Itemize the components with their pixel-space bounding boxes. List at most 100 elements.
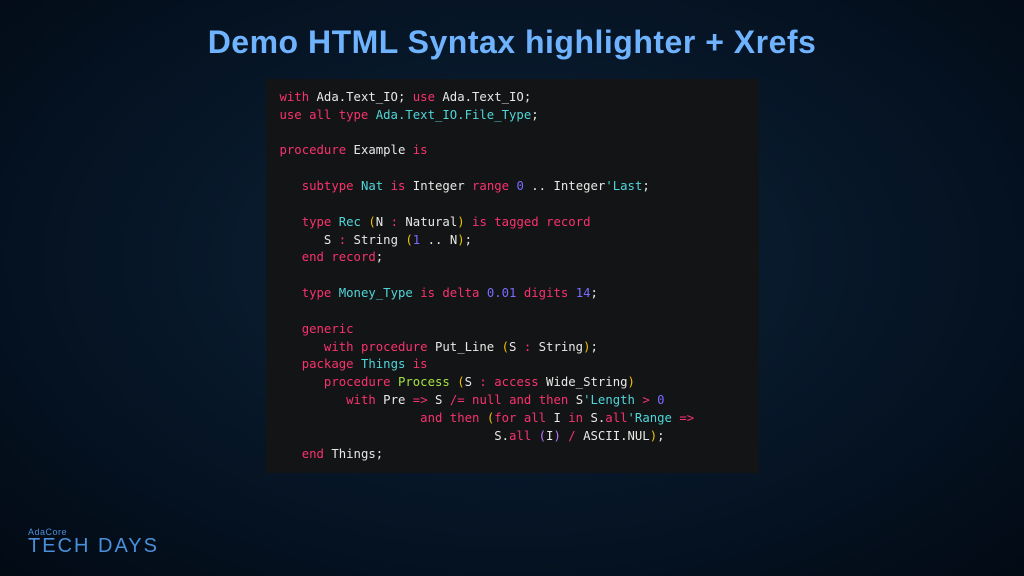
num: 14	[576, 286, 591, 300]
op: :	[391, 215, 406, 229]
slide-title: Demo HTML Syntax highlighter + Xrefs	[0, 0, 1024, 61]
punct: ;	[591, 286, 598, 300]
brand-large: TECH DAYS	[28, 535, 159, 557]
kw-null: null	[472, 393, 509, 407]
id: Things	[324, 447, 376, 461]
footer-brand: AdaCore TECH DAYS	[28, 527, 159, 558]
indent	[280, 322, 302, 336]
id: S	[324, 233, 339, 247]
kw-is: is	[465, 215, 495, 229]
kw-end: end	[302, 447, 324, 461]
id: String	[539, 340, 583, 354]
id: I	[546, 411, 568, 425]
kw-with: with	[280, 90, 310, 104]
id: S	[576, 393, 583, 407]
punct: ;	[531, 108, 538, 122]
punct: ;	[465, 233, 472, 247]
id: Wide_String	[539, 375, 628, 389]
num: 0.01	[487, 286, 524, 300]
id: S.	[583, 411, 605, 425]
kw-is: is	[413, 143, 428, 157]
id: String	[354, 233, 406, 247]
paren: (	[368, 215, 375, 229]
op: =>	[672, 411, 694, 425]
kw-is: is	[413, 357, 428, 371]
paren: (	[539, 429, 546, 443]
indent	[280, 393, 347, 407]
indent	[280, 411, 421, 425]
id: Integer	[405, 179, 472, 193]
op: /=	[450, 393, 472, 407]
attr: 'Last	[605, 179, 642, 193]
kw-subtype: subtype	[302, 179, 354, 193]
kw-type: type	[302, 286, 332, 300]
op: :	[479, 375, 494, 389]
op: =>	[413, 393, 435, 407]
indent	[280, 340, 324, 354]
op: >	[635, 393, 657, 407]
kw-procedure: procedure	[324, 375, 391, 389]
attr: 'Length	[583, 393, 635, 407]
paren: )	[457, 233, 464, 247]
num: 0	[509, 179, 531, 193]
attr: 'Range	[628, 411, 672, 425]
indent	[280, 179, 302, 193]
type-name: Things	[354, 357, 413, 371]
kw-with: with	[346, 393, 376, 407]
kw-tagged: tagged record	[494, 215, 590, 229]
indent	[280, 375, 324, 389]
kw-generic: generic	[302, 322, 354, 336]
type-name: Money_Type	[331, 286, 420, 300]
kw-use: use	[413, 90, 435, 104]
id: Pre	[376, 393, 413, 407]
indent	[280, 215, 302, 229]
id: N	[376, 215, 391, 229]
indent	[280, 429, 495, 443]
code-block: with Ada.Text_IO; use Ada.Text_IO; use a…	[266, 79, 759, 473]
indent	[280, 447, 302, 461]
kw-andthen: and then	[509, 393, 576, 407]
kw-access: access	[494, 375, 538, 389]
indent	[280, 357, 302, 371]
punct: ;	[376, 250, 383, 264]
paren: )	[650, 429, 657, 443]
type-name: Nat	[354, 179, 391, 193]
kw-procedure: procedure	[280, 143, 347, 157]
num: 0	[657, 393, 664, 407]
kw-package: package	[302, 357, 354, 371]
kw-delta: delta	[435, 286, 487, 300]
kw-range: range	[472, 179, 509, 193]
kw-endrec: end record	[302, 250, 376, 264]
id: S	[435, 393, 450, 407]
paren: (	[405, 233, 412, 247]
id: Ada.Text_IO	[309, 90, 398, 104]
kw-is: is	[420, 286, 435, 300]
kw-withproc: with procedure	[324, 340, 428, 354]
kw-type: type	[302, 215, 332, 229]
paren: (	[457, 375, 464, 389]
op: :	[524, 340, 539, 354]
id: ASCII.NUL	[576, 429, 650, 443]
id: Natural	[405, 215, 457, 229]
kw-forall: for all	[494, 411, 546, 425]
id: S	[509, 340, 524, 354]
op: :	[339, 233, 354, 247]
op: ..	[428, 233, 450, 247]
kw-andthen: and then	[420, 411, 487, 425]
punct: ;	[642, 179, 649, 193]
op: /	[561, 429, 576, 443]
kw-all: all	[605, 411, 627, 425]
paren: )	[457, 215, 464, 229]
punct: ;	[376, 447, 383, 461]
id: Ada.Text_IO	[435, 90, 524, 104]
id: Example	[346, 143, 413, 157]
num: 1	[413, 233, 428, 247]
indent	[280, 233, 324, 247]
punct: ;	[590, 340, 597, 354]
indent	[280, 250, 302, 264]
kw-useall: use all type	[280, 108, 369, 122]
proc-name: Process	[391, 375, 458, 389]
op: ..	[531, 179, 553, 193]
punct: ;	[657, 429, 664, 443]
id: S	[465, 375, 480, 389]
